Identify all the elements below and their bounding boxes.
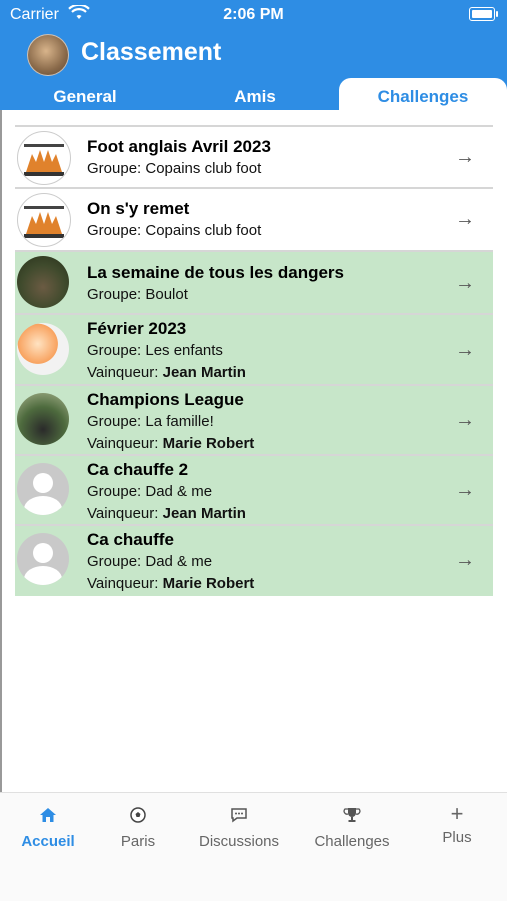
device-edge: [0, 0, 2, 900]
tabbar-item-plus[interactable]: + Plus: [407, 801, 507, 847]
challenge-name: Champions League: [87, 390, 244, 409]
tabbar-item-discussions[interactable]: Discussions: [189, 807, 289, 850]
list-item[interactable]: Ca chauffe 2 Groupe: Dad & me Vainqueur:…: [15, 454, 493, 524]
soccer-ball-icon: [88, 807, 188, 829]
challenge-winner: Vainqueur: Marie Robert: [87, 435, 255, 452]
arrow-right-icon: →: [455, 409, 475, 431]
arrow-right-icon: →: [455, 339, 475, 361]
challenge-group: Groupe: Dad & me: [87, 483, 213, 500]
arrow-right-icon: →: [455, 146, 475, 168]
list-item[interactable]: Ca chauffe Groupe: Dad & me Vainqueur: M…: [15, 524, 493, 596]
list-item[interactable]: Février 2023 Groupe: Les enfants Vainque…: [15, 313, 493, 384]
list-item[interactable]: On s'y remet Groupe: Copains club foot →: [15, 187, 493, 250]
tab-general[interactable]: General: [20, 87, 150, 107]
tab-amis[interactable]: Amis: [190, 87, 320, 107]
default-user-icon: [17, 463, 69, 515]
arrow-right-icon: →: [455, 272, 475, 294]
challenge-name: Février 2023: [87, 319, 187, 338]
arrow-right-icon: →: [455, 479, 475, 501]
challenge-group: Groupe: Copains club foot: [87, 222, 262, 239]
chat-bubble-icon: [189, 807, 289, 829]
header: Carrier 2:06 PM Classement General Amis …: [0, 0, 507, 110]
challenge-name: On s'y remet: [87, 199, 190, 218]
challenge-group: Groupe: La famille!: [87, 413, 214, 430]
arrow-right-icon: →: [455, 549, 475, 571]
trophy-icon: [302, 807, 402, 829]
tabbar-item-paris[interactable]: Paris: [88, 807, 188, 850]
tabbar-item-accueil[interactable]: Accueil: [0, 807, 98, 850]
photo-avatar: [17, 256, 69, 308]
list-item[interactable]: Champions League Groupe: La famille! Vai…: [15, 384, 493, 454]
fox-team-icon: [17, 131, 71, 185]
challenge-group: Groupe: Copains club foot: [87, 160, 262, 177]
challenge-name: Ca chauffe 2: [87, 460, 189, 479]
birds-avatar: [17, 393, 69, 445]
challenge-group: Groupe: Les enfants: [87, 342, 223, 359]
page-title: Classement: [81, 38, 222, 66]
challenge-winner: Vainqueur: Jean Martin: [87, 505, 246, 522]
home-icon: [0, 807, 98, 829]
default-user-icon: [17, 533, 69, 585]
user-avatar[interactable]: [27, 34, 69, 76]
battery-icon: [469, 7, 498, 21]
challenge-group: Groupe: Dad & me: [87, 553, 213, 570]
list-item[interactable]: La semaine de tous les dangers Groupe: B…: [15, 250, 493, 313]
winner-name: Marie Robert: [162, 435, 255, 452]
challenge-group: Groupe: Boulot: [87, 286, 188, 303]
kids-avatar: [17, 323, 69, 375]
winner-name: Jean Martin: [162, 364, 246, 381]
list-item[interactable]: Foot anglais Avril 2023 Groupe: Copains …: [15, 125, 493, 187]
challenge-name: La semaine de tous les dangers: [87, 263, 344, 282]
plus-icon: +: [450, 801, 464, 826]
winner-name: Marie Robert: [162, 575, 255, 592]
status-time: 2:06 PM: [223, 6, 284, 23]
status-bar: Carrier 2:06 PM: [0, 0, 507, 30]
tabbar-item-challenges[interactable]: Challenges: [302, 807, 402, 850]
challenge-list: Foot anglais Avril 2023 Groupe: Copains …: [15, 125, 493, 596]
challenge-winner: Vainqueur: Jean Martin: [87, 364, 246, 381]
challenge-name: Foot anglais Avril 2023: [87, 137, 271, 156]
winner-name: Jean Martin: [162, 505, 246, 522]
challenge-winner: Vainqueur: Marie Robert: [87, 575, 255, 592]
arrow-right-icon: →: [455, 208, 475, 230]
fox-team-icon: [17, 193, 71, 247]
tab-challenges[interactable]: Challenges: [339, 78, 507, 110]
bottom-tab-bar: Accueil Paris Discussions Challenges + P…: [0, 792, 507, 901]
challenge-name: Ca chauffe: [87, 530, 174, 549]
